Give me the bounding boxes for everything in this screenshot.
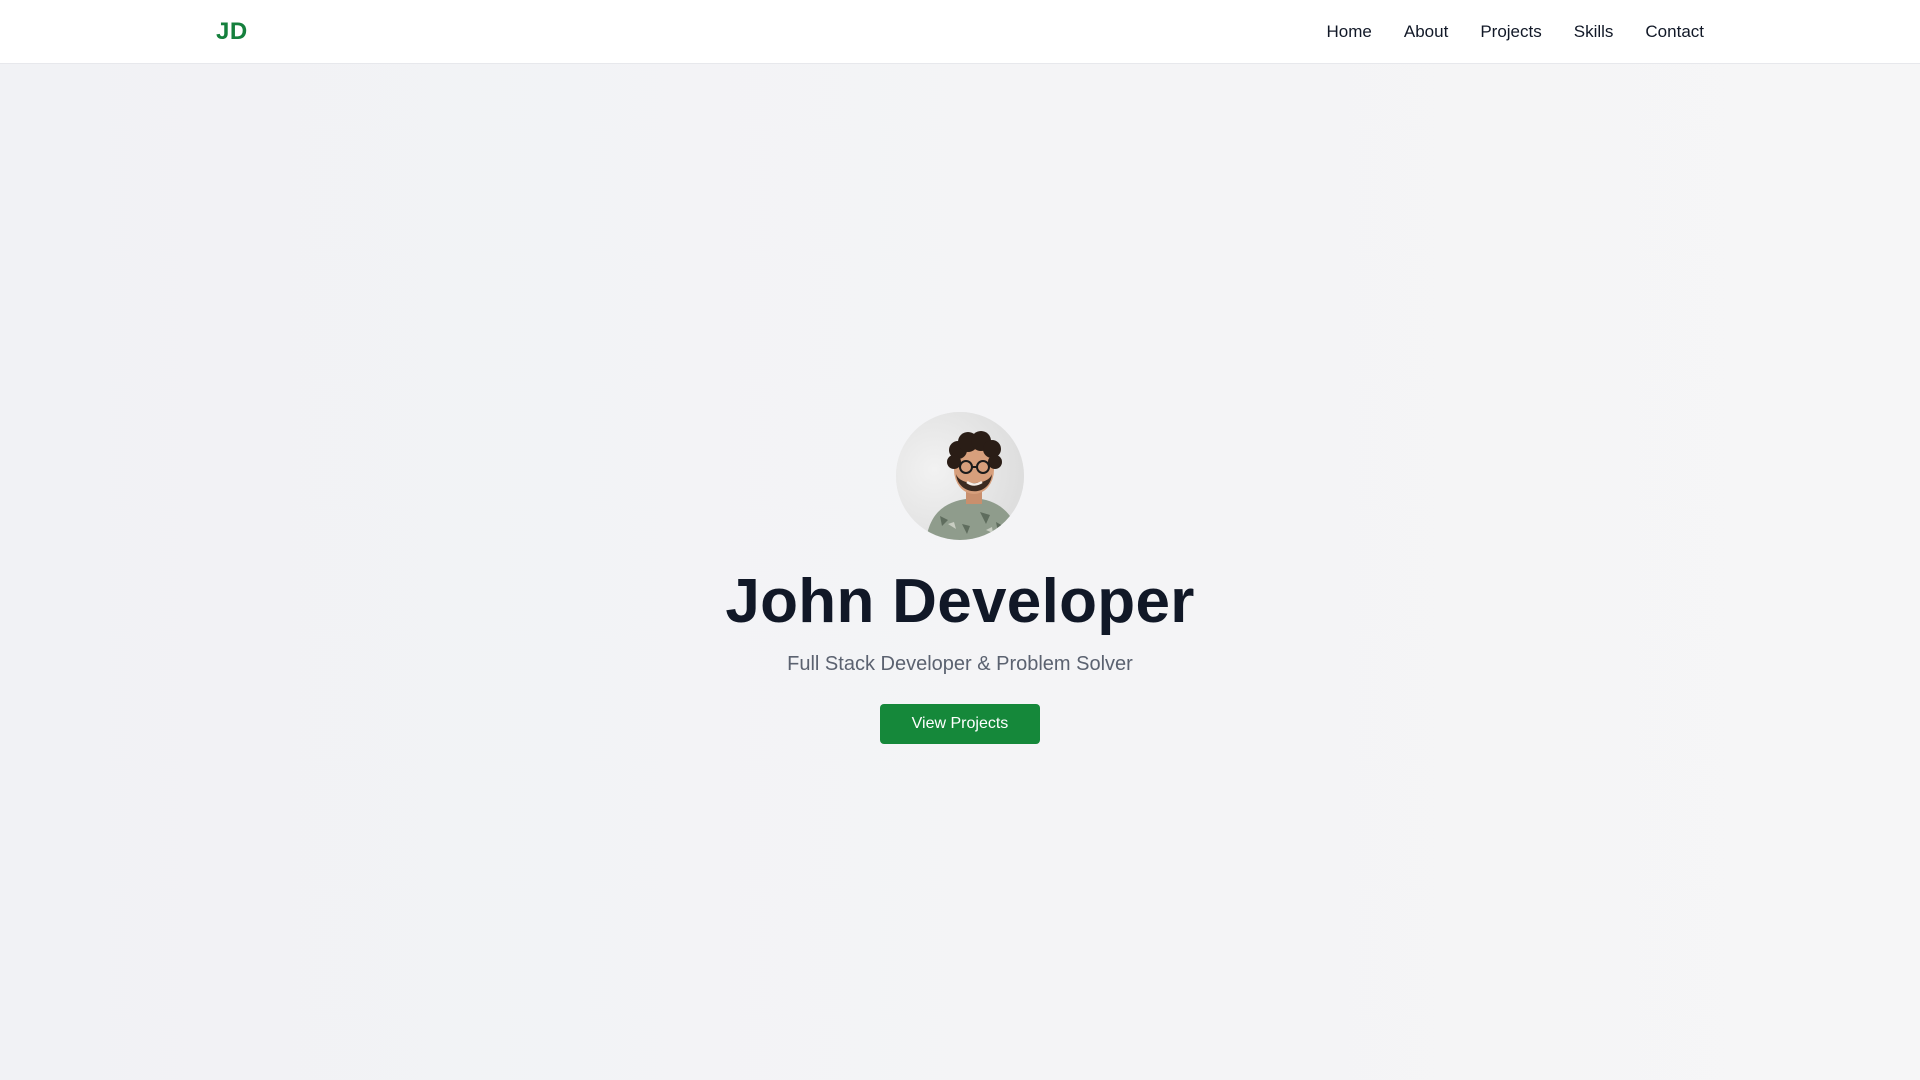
nav-item-projects: Projects [1480,20,1541,44]
logo[interactable]: JD [216,16,248,48]
view-projects-button[interactable]: View Projects [880,704,1040,744]
top-navbar: JD Home About Projects Skills Contact [0,0,1920,64]
hero-section: John Developer Full Stack Developer & Pr… [0,64,1920,1080]
nav-link-skills[interactable]: Skills [1574,22,1614,41]
nav-link-contact[interactable]: Contact [1645,22,1704,41]
nav-item-skills: Skills [1574,20,1614,44]
avatar [896,412,1024,540]
nav-item-about: About [1404,20,1448,44]
nav-item-home: Home [1327,20,1372,44]
avatar-portrait-image [896,412,1024,540]
nav-link-projects[interactable]: Projects [1480,22,1541,41]
hero-name: John Developer [725,567,1195,636]
nav-links: Home About Projects Skills Contact [1327,0,1704,64]
nav-link-home[interactable]: Home [1327,22,1372,41]
hero-tagline: Full Stack Developer & Problem Solver [787,653,1133,675]
nav-link-about[interactable]: About [1404,22,1448,41]
nav-item-contact: Contact [1645,20,1704,44]
